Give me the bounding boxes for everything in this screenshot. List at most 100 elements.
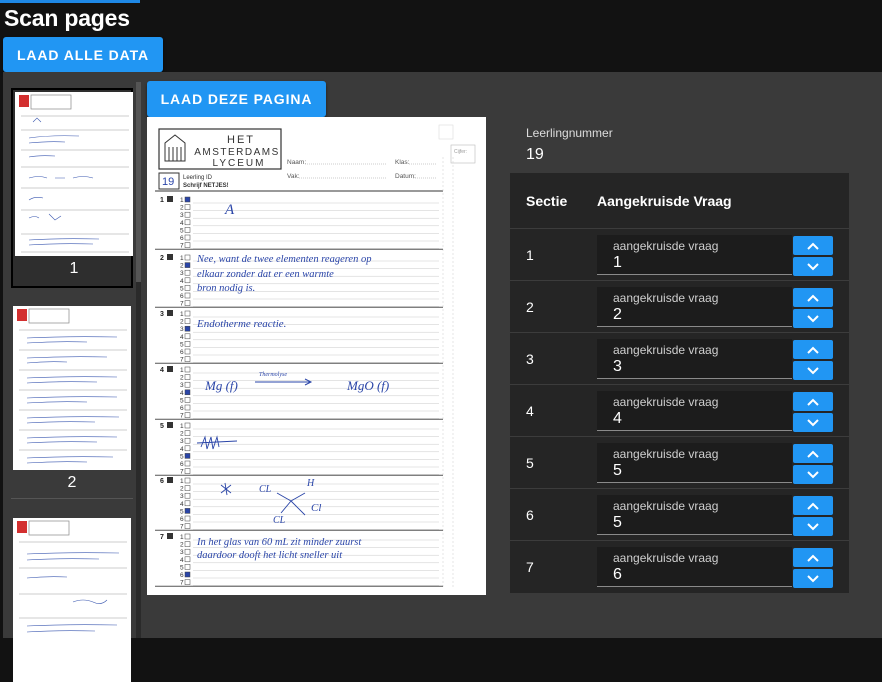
checked-question-input[interactable]: aangekruisde vraag 5 (597, 443, 792, 483)
question-stepper[interactable] (793, 340, 833, 380)
page-title: Scan pages (4, 5, 130, 31)
increment-button[interactable] (793, 236, 833, 255)
answer-text: Mg (f) (204, 378, 238, 393)
option-checkbox (184, 548, 191, 555)
increment-button[interactable] (793, 496, 833, 515)
option-number: 5 (180, 564, 184, 571)
checked-question-value[interactable]: 1 (613, 254, 622, 272)
option-number: 4 (180, 220, 184, 227)
option-checkbox (184, 254, 191, 261)
page-thumbnail[interactable]: 1 (11, 88, 133, 288)
option-number: 6 (180, 349, 184, 356)
name-field-label: Naam: (287, 159, 306, 166)
increment-button[interactable] (793, 444, 833, 463)
decrement-button[interactable] (793, 361, 833, 380)
decrement-button[interactable] (793, 465, 833, 484)
question-stepper[interactable] (793, 288, 833, 328)
checked-question-input[interactable]: aangekruisde vraag 1 (597, 235, 792, 275)
increment-button[interactable] (793, 548, 833, 567)
answer-text: MgO (f) (346, 378, 389, 393)
option-number: 5 (180, 397, 184, 404)
scrollbar-thumb[interactable] (136, 82, 141, 282)
chevron-up-icon (807, 554, 819, 562)
decrement-button[interactable] (793, 257, 833, 276)
option-checkbox (184, 515, 191, 522)
logo-text: AMSTERDAMS (194, 147, 280, 158)
date-field-label: Datum: (395, 173, 416, 180)
checked-question-value[interactable]: 5 (613, 514, 622, 532)
increment-button[interactable] (793, 288, 833, 307)
option-number: 7 (180, 580, 184, 587)
checked-question-value[interactable]: 6 (613, 566, 622, 584)
increment-button[interactable] (793, 340, 833, 359)
option-number: 2 (180, 375, 184, 382)
question-stepper[interactable] (793, 236, 833, 276)
student-number-value[interactable]: 19 (526, 146, 544, 164)
section-row: 7 aangekruisde vraag 6 (510, 540, 849, 592)
chevron-down-icon (807, 574, 819, 583)
option-checkbox (184, 333, 191, 340)
page-thumbnail[interactable]: 2 (11, 304, 133, 504)
option-checkbox (184, 277, 191, 284)
question-stepper[interactable] (793, 392, 833, 432)
option-number: 1 (180, 478, 184, 485)
decrement-button[interactable] (793, 309, 833, 328)
checked-question-input[interactable]: aangekruisde vraag 3 (597, 339, 792, 379)
question-number: 7 (160, 534, 164, 541)
scribble (220, 482, 232, 496)
thumbnail-scrollbar[interactable] (136, 82, 141, 638)
option-number: 2 (180, 486, 184, 493)
option-checkbox (184, 325, 191, 332)
option-number: 4 (180, 334, 184, 341)
option-checkbox (184, 477, 191, 484)
chevron-up-icon (807, 398, 819, 406)
decrement-button[interactable] (793, 517, 833, 536)
checked-question-input[interactable]: aangekruisde vraag 5 (597, 495, 792, 535)
decrement-button[interactable] (793, 413, 833, 432)
checked-question-value[interactable]: 3 (613, 358, 622, 376)
option-number: 5 (180, 508, 184, 515)
checked-question-input[interactable]: aangekruisde vraag 4 (597, 391, 792, 431)
decrement-button[interactable] (793, 569, 833, 588)
option-checkbox (184, 356, 191, 362)
option-number: 1 (180, 197, 184, 204)
question-stepper[interactable] (793, 548, 833, 588)
page-thumbnail-image (13, 518, 131, 682)
school-logo-emblem (164, 134, 186, 162)
answer-line: elkaar zonder dat er een warmte (197, 269, 334, 280)
checked-question-value[interactable]: 5 (613, 462, 622, 480)
option-number: 4 (180, 557, 184, 564)
option-checkbox (184, 211, 191, 218)
option-checkbox (184, 579, 191, 585)
column-header-question: Aangekruisde Vraag (597, 193, 732, 209)
checked-question-label: aangekruisde vraag (613, 447, 719, 461)
option-checkbox (184, 242, 191, 248)
option-number: 7 (180, 413, 184, 420)
question-stepper[interactable] (793, 444, 833, 484)
marker-square (167, 533, 173, 539)
option-checkbox (184, 348, 191, 355)
page-thumbnail[interactable] (11, 516, 133, 682)
checked-question-value[interactable]: 4 (613, 410, 622, 428)
section-row: 2 aangekruisde vraag 2 (510, 280, 849, 332)
load-all-data-button[interactable]: LAAD ALLE DATA (3, 37, 163, 72)
option-checkbox (184, 227, 191, 233)
option-number: 7 (180, 524, 184, 531)
formula-atom: Cl (311, 502, 321, 514)
checked-question-value[interactable]: 2 (613, 306, 622, 324)
checked-question-input[interactable]: aangekruisde vraag 6 (597, 547, 792, 587)
option-checkbox (184, 523, 191, 529)
question-number: 5 (160, 423, 164, 430)
option-number: 6 (180, 235, 184, 242)
question-stepper[interactable] (793, 496, 833, 536)
option-number: 2 (180, 205, 184, 212)
option-number: 7 (180, 243, 184, 250)
checked-question-input[interactable]: aangekruisde vraag 2 (597, 287, 792, 327)
load-page-button[interactable]: LAAD DEZE PAGINA (147, 81, 326, 117)
option-number: 6 (180, 461, 184, 468)
student-number-field[interactable]: Leerlingnummer 19 (510, 117, 849, 173)
option-number: 3 (180, 549, 184, 556)
thumbnail-list[interactable]: 1 2 (3, 72, 139, 682)
option-checkbox (184, 389, 191, 396)
increment-button[interactable] (793, 392, 833, 411)
